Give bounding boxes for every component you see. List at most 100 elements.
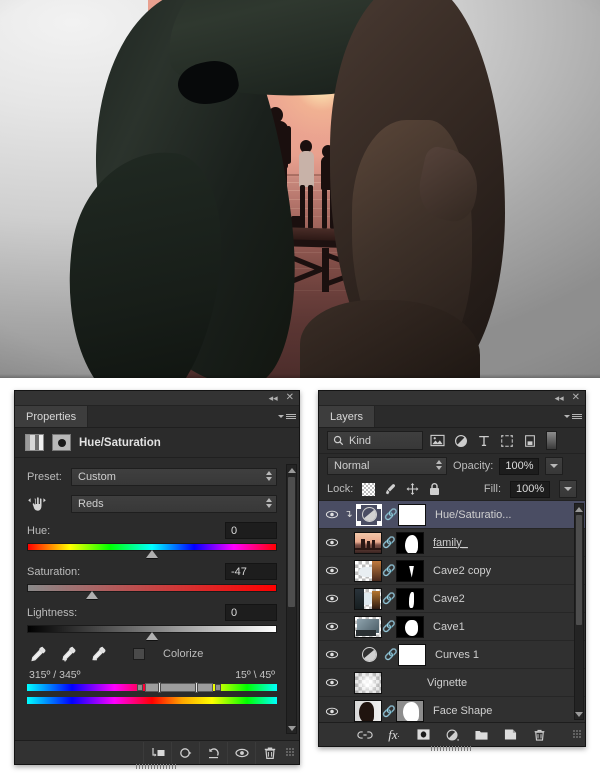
lock-position-icon[interactable] bbox=[406, 483, 419, 496]
layer-visibility-icon[interactable] bbox=[321, 649, 343, 660]
close-icon[interactable]: ✕ bbox=[286, 393, 294, 403]
toggle-visibility-icon[interactable] bbox=[227, 741, 255, 764]
hue-value-field[interactable]: 0 bbox=[225, 522, 277, 539]
on-image-adjustment-hand-icon[interactable] bbox=[27, 495, 71, 513]
add-layer-mask-icon[interactable] bbox=[415, 727, 431, 743]
layer-mask-thumbnail[interactable] bbox=[398, 643, 426, 666]
layer-name[interactable]: Face Shape bbox=[433, 705, 492, 717]
blend-mode-select[interactable]: Normal bbox=[327, 457, 447, 475]
adjustment-layer-filter-icon[interactable] bbox=[452, 432, 469, 449]
table-row[interactable]: Vignette bbox=[319, 669, 585, 697]
pixel-layer-filter-icon[interactable] bbox=[429, 432, 446, 449]
layer-visibility-icon[interactable] bbox=[321, 677, 343, 688]
fill-field[interactable]: 100% bbox=[510, 480, 550, 498]
close-icon[interactable]: ✕ bbox=[572, 393, 580, 403]
link-mask-icon[interactable]: 🔗 bbox=[382, 592, 396, 605]
table-row[interactable]: 🔗 family_ bbox=[319, 529, 585, 557]
layer-visibility-icon[interactable] bbox=[321, 509, 343, 520]
table-row[interactable]: 🔗 Cave1 bbox=[319, 613, 585, 641]
layer-visibility-icon[interactable] bbox=[321, 621, 343, 632]
shape-layer-filter-icon[interactable] bbox=[498, 432, 515, 449]
link-mask-icon[interactable]: 🔗 bbox=[384, 508, 398, 521]
layer-mask-thumbnail[interactable] bbox=[396, 615, 424, 638]
layer-name[interactable]: Curves 1 bbox=[435, 649, 479, 661]
layer-name[interactable]: Cave2 copy bbox=[433, 565, 491, 577]
layer-name[interactable]: Cave1 bbox=[433, 621, 465, 633]
preset-select[interactable]: Custom bbox=[71, 468, 277, 486]
reset-icon[interactable] bbox=[199, 741, 227, 764]
scroll-thumb[interactable] bbox=[288, 477, 295, 607]
layer-name[interactable]: Vignette bbox=[427, 677, 467, 689]
channel-select[interactable]: Reds bbox=[71, 495, 277, 513]
filter-toggle-switch[interactable] bbox=[546, 431, 557, 450]
opacity-dropdown-button[interactable] bbox=[545, 457, 564, 475]
clip-to-layer-icon[interactable] bbox=[143, 741, 171, 764]
layer-thumbnail[interactable] bbox=[354, 531, 382, 554]
scroll-down-arrow[interactable] bbox=[287, 723, 296, 733]
layer-mask-thumbnail[interactable] bbox=[396, 700, 424, 722]
layer-mask-thumbnail[interactable] bbox=[396, 559, 424, 582]
hue-range-fall-right[interactable] bbox=[215, 684, 221, 691]
collapse-double-arrow-icon[interactable]: ◂◂ bbox=[269, 393, 278, 403]
saturation-slider-track[interactable] bbox=[27, 584, 277, 592]
lock-transparent-pixels-icon[interactable] bbox=[362, 482, 376, 496]
type-layer-filter-icon[interactable] bbox=[475, 432, 492, 449]
hue-range-edge-left[interactable] bbox=[158, 682, 161, 693]
layer-visibility-icon[interactable] bbox=[321, 565, 343, 576]
eyedropper-subtract-icon[interactable] bbox=[89, 645, 107, 663]
panel-bottom-grip[interactable] bbox=[431, 746, 473, 751]
delete-layer-icon[interactable] bbox=[531, 727, 547, 743]
lock-image-pixels-icon[interactable] bbox=[384, 483, 397, 496]
delete-icon[interactable] bbox=[255, 741, 283, 764]
saturation-slider-thumb[interactable] bbox=[86, 591, 98, 599]
scroll-up-arrow[interactable] bbox=[287, 465, 296, 475]
resize-grip[interactable] bbox=[573, 730, 582, 739]
filter-kind-select[interactable]: Kind bbox=[327, 431, 423, 450]
colorize-checkbox[interactable] bbox=[133, 648, 145, 660]
link-mask-icon[interactable]: 🔗 bbox=[384, 648, 398, 661]
tab-layers[interactable]: Layers bbox=[319, 406, 376, 427]
link-layers-icon[interactable] bbox=[357, 727, 373, 743]
link-mask-icon[interactable]: 🔗 bbox=[382, 564, 396, 577]
table-row[interactable]: 🔗 Cave2 bbox=[319, 585, 585, 613]
hue-slider[interactable] bbox=[27, 543, 277, 558]
scroll-down-arrow[interactable] bbox=[575, 709, 583, 719]
lightness-slider-thumb[interactable] bbox=[146, 632, 158, 640]
table-row[interactable]: 🔗 Curves 1 bbox=[319, 641, 585, 669]
new-adjustment-layer-icon[interactable] bbox=[444, 727, 460, 743]
layer-visibility-icon[interactable] bbox=[321, 706, 343, 717]
layer-visibility-icon[interactable] bbox=[321, 593, 343, 604]
toggle-previous-state-icon[interactable] bbox=[171, 741, 199, 764]
panel-bottom-grip[interactable] bbox=[136, 764, 178, 769]
fill-dropdown-button[interactable] bbox=[559, 480, 577, 498]
layer-thumbnail[interactable] bbox=[354, 559, 382, 582]
properties-panel-menu-icon[interactable] bbox=[278, 411, 296, 422]
table-row[interactable]: 🔗 Cave2 copy bbox=[319, 557, 585, 585]
hue-slider-thumb[interactable] bbox=[146, 550, 158, 558]
layer-thumbnail[interactable] bbox=[354, 647, 384, 662]
link-mask-icon[interactable]: 🔗 bbox=[382, 705, 396, 718]
layer-name[interactable]: Cave2 bbox=[433, 593, 465, 605]
saturation-slider[interactable] bbox=[27, 584, 277, 599]
layer-visibility-icon[interactable] bbox=[321, 537, 343, 548]
resize-grip[interactable] bbox=[286, 748, 295, 757]
scroll-up-arrow[interactable] bbox=[575, 504, 583, 514]
properties-scrollbar[interactable] bbox=[286, 464, 297, 734]
lightness-slider[interactable] bbox=[27, 625, 277, 640]
lock-all-icon[interactable] bbox=[428, 483, 441, 496]
new-layer-icon[interactable] bbox=[502, 727, 518, 743]
hue-range-edge-right[interactable] bbox=[195, 682, 198, 693]
layer-thumbnail[interactable] bbox=[354, 671, 382, 694]
new-group-icon[interactable] bbox=[473, 727, 489, 743]
table-row[interactable]: 🔗 Face Shape bbox=[319, 697, 585, 722]
layer-list[interactable]: ↴ 🔗 Hue/Saturatio... 🔗 family_ 🔗 Cave2 c… bbox=[319, 500, 585, 722]
layer-thumbnail[interactable] bbox=[354, 700, 382, 722]
hue-range-fall-left[interactable] bbox=[137, 684, 143, 691]
layer-mask-thumbnail[interactable] bbox=[398, 503, 426, 526]
layer-thumbnail[interactable] bbox=[354, 615, 382, 638]
layer-name[interactable]: family_ bbox=[433, 537, 468, 549]
layer-mask-thumbnail[interactable] bbox=[396, 531, 424, 554]
layer-mask-thumbnail[interactable] bbox=[396, 587, 424, 610]
tab-properties[interactable]: Properties bbox=[15, 406, 89, 427]
eyedropper-icon[interactable] bbox=[29, 645, 47, 663]
